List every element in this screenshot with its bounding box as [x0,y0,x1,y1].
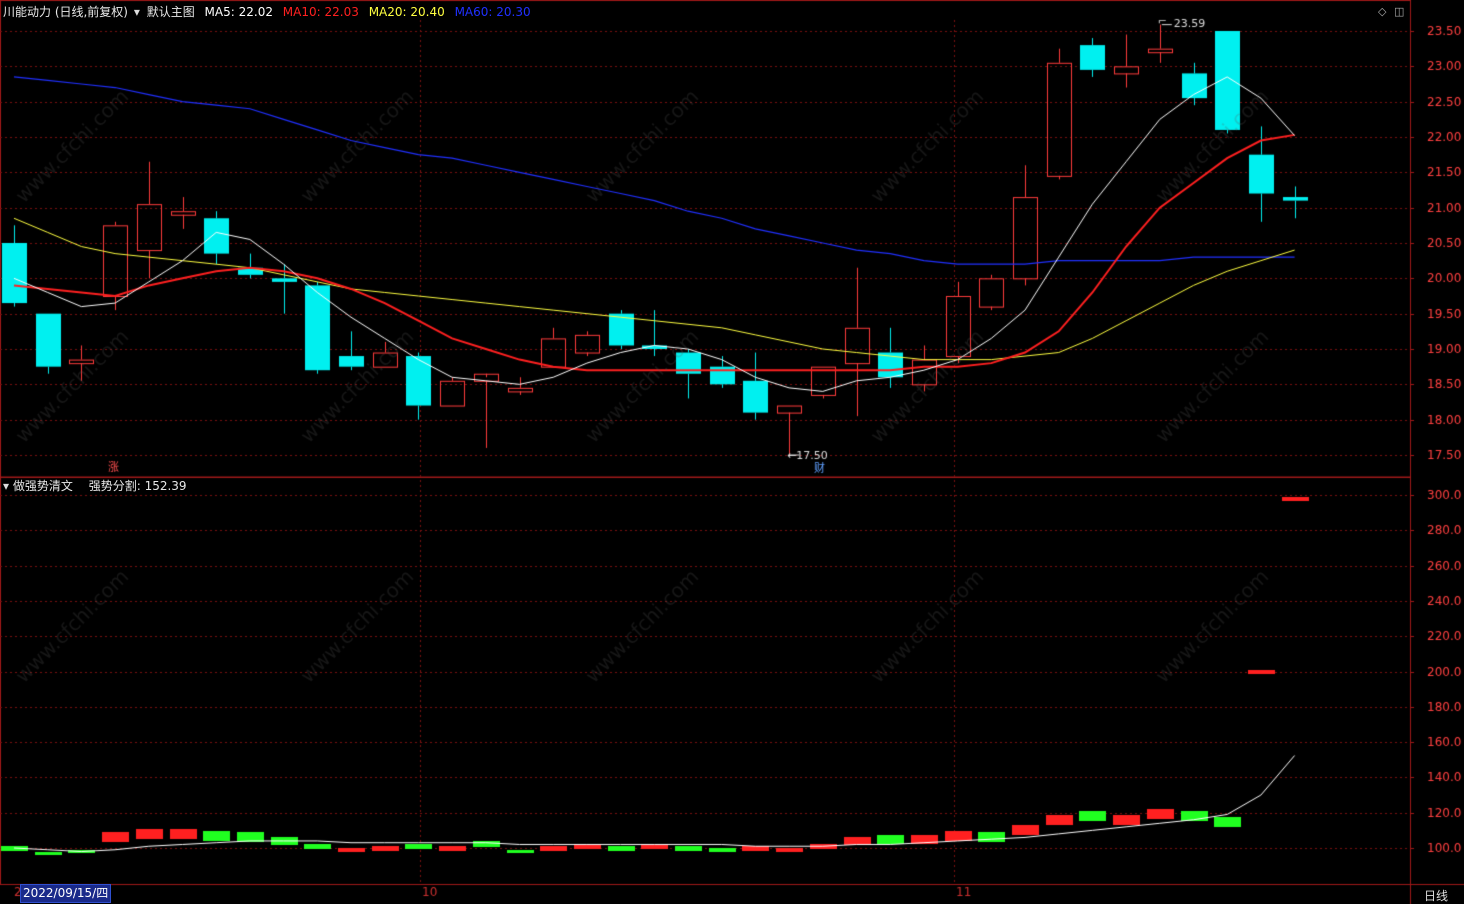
indicator-name[interactable]: 做强势清文 [13,479,73,493]
chart-arrow-icon[interactable]: ▾ [134,5,140,19]
indicator-header: ▾ 做强势清文 强势分割: 152.39 [3,479,187,493]
main-chart-header: 川能动力 (日线,前复权) ▾ 默认主图 MA5: 22.02 MA10: 22… [3,5,537,19]
ma5-legend: MA5: 22.02 [204,5,273,19]
diamond-icon[interactable]: ◇ [1378,6,1386,18]
ma10-legend: MA10: 22.03 [282,5,359,19]
stock-title[interactable]: 川能动力 (日线,前复权) [3,5,128,19]
main-chart-label[interactable]: 默认主图 [147,5,195,19]
metric-legend: 强势分割: 152.39 [88,479,187,493]
ma20-legend: MA20: 20.40 [368,5,445,19]
period-label[interactable]: 日线 [1424,887,1448,904]
collapse-panel-icon[interactable]: ◫ [1394,6,1404,18]
stock-chart-canvas[interactable] [0,0,1464,904]
indicator-arrow-icon[interactable]: ▾ [3,479,9,493]
ma60-legend: MA60: 20.30 [454,5,531,19]
crosshair-date-label: 2022/09/15/四 [20,884,112,903]
